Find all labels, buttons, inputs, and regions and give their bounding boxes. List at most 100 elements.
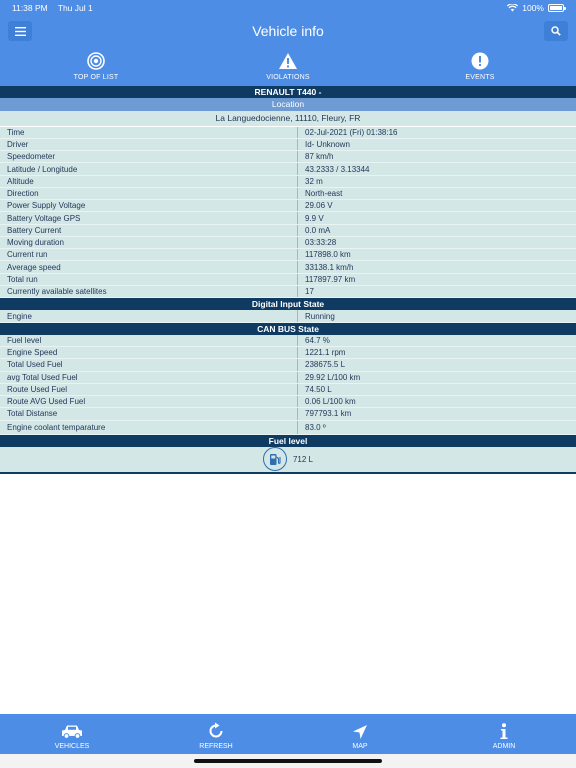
table-row: Currently available satellites 17	[0, 285, 576, 299]
status-bar: 11:38 PM Thu Jul 1 100%	[0, 0, 576, 16]
status-date: Thu Jul 1	[57, 3, 93, 13]
toolbar: TOP OF LIST VIOLATIONS EVENTS	[0, 46, 576, 86]
top-of-list-label: TOP OF LIST	[73, 74, 119, 81]
row-value: 797793.1 km	[305, 409, 352, 419]
vehicle-name-header: RENAULT T440 -	[0, 86, 576, 99]
row-label: Altitude	[0, 175, 298, 187]
row-label: Engine	[0, 310, 298, 322]
row-value: 43.2333 / 3.13344	[305, 164, 370, 174]
tab-vehicles[interactable]: VEHICLES	[0, 714, 144, 754]
row-value: 117898.0 km	[305, 250, 351, 260]
row-value: 0.06 L/100 km	[305, 397, 356, 407]
info-icon	[500, 723, 508, 739]
battery-percent: 100%	[522, 3, 544, 13]
fuel-level-value: 712 L	[292, 454, 314, 464]
violations-label: VIOLATIONS	[266, 74, 310, 81]
table-row: Altitude 32 m	[0, 175, 576, 188]
row-label: Engine coolant temparature	[0, 420, 298, 434]
row-label: Engine Speed	[0, 347, 298, 359]
table-row: Latitude / Longitude 43.2333 / 3.13344	[0, 163, 576, 176]
violations-button[interactable]: VIOLATIONS	[192, 46, 384, 86]
tab-refresh[interactable]: REFRESH	[144, 714, 288, 754]
hamburger-icon	[14, 26, 26, 36]
row-value: 0.0 mA	[305, 225, 331, 235]
wifi-icon	[507, 4, 519, 12]
digital-input-table: Engine Running	[0, 310, 576, 323]
row-value: 9.9 V	[305, 213, 324, 223]
table-row: Total run 117897.97 km	[0, 273, 576, 286]
row-value: 74.50 L	[305, 384, 332, 394]
table-row: Power Supply Voltage 29.06 V	[0, 200, 576, 213]
canbus-header: CAN BUS State	[0, 322, 576, 335]
row-value: 03:33:28	[305, 238, 337, 248]
table-row: Driver Id- Unknown	[0, 138, 576, 152]
home-indicator[interactable]	[194, 759, 382, 763]
canbus-table: Fuel level 64.7 % Engine Speed 1221.1 rpm …	[0, 334, 576, 435]
refresh-icon	[209, 722, 223, 738]
row-value: Id- Unknown	[305, 140, 350, 150]
table-row: Total Used Fuel 238675.5 L	[0, 359, 576, 372]
row-label: Fuel level	[0, 334, 298, 347]
events-label: EVENTS	[465, 74, 495, 81]
table-row: Engine coolant temparature 83.0 º	[0, 420, 576, 435]
location-address: La Languedocienne, 11110, Fleury, FR	[0, 110, 576, 127]
fuel-level-display: 712 L	[0, 446, 576, 474]
row-value: 117897.97 km	[305, 274, 356, 284]
warning-icon	[279, 53, 297, 69]
tab-vehicles-label: VEHICLES	[54, 743, 90, 750]
table-row: Route Used Fuel 74.50 L	[0, 383, 576, 397]
table-row: Moving duration 03:33:28	[0, 236, 576, 250]
table-row: Average speed 33138.1 km/h	[0, 261, 576, 274]
row-value: 238675.5 L	[305, 360, 346, 370]
row-value: 1221.1 rpm	[305, 348, 346, 358]
bottom-tab-bar: VEHICLES REFRESH MAP ADMIN	[0, 714, 576, 754]
row-value: 17	[305, 287, 314, 297]
row-label: Battery Current	[0, 224, 298, 236]
row-label: Latitude / Longitude	[0, 163, 298, 175]
row-value: 64.7 %	[305, 335, 330, 345]
table-row: Direction North-east	[0, 187, 576, 201]
car-icon	[62, 725, 82, 739]
table-row: Time 02-Jul-2021 (Fri) 01:38:16	[0, 126, 576, 139]
tab-map[interactable]: MAP	[288, 714, 432, 754]
digital-input-header: Digital Input State	[0, 298, 576, 311]
row-value: 29.92 L/100 km	[305, 372, 361, 382]
row-value: 33138.1 km/h	[305, 262, 354, 272]
target-icon	[87, 52, 105, 70]
row-value: 02-Jul-2021 (Fri) 01:38:16	[305, 127, 398, 137]
tab-admin-label: ADMIN	[492, 743, 516, 750]
table-row: Route AVG Used Fuel 0.06 L/100 km	[0, 396, 576, 409]
navigation-bar: Vehicle info	[0, 16, 576, 46]
exclamation-circle-icon	[471, 52, 489, 70]
tab-admin[interactable]: ADMIN	[432, 714, 576, 754]
navigation-arrow-icon	[353, 725, 367, 739]
table-row: Fuel level 64.7 %	[0, 334, 576, 348]
row-label: Currently available satellites	[0, 285, 298, 298]
row-value: Running	[305, 311, 335, 321]
search-button[interactable]	[544, 21, 568, 41]
row-value: 87 km/h	[305, 152, 334, 162]
row-label: Route AVG Used Fuel	[0, 396, 298, 408]
row-label: Route Used Fuel	[0, 383, 298, 396]
battery-icon	[548, 4, 566, 12]
fuel-gauge	[262, 447, 287, 472]
row-label: Total Distanse	[0, 408, 298, 420]
top-of-list-button[interactable]: TOP OF LIST	[0, 46, 192, 86]
fuel-pump-icon	[269, 453, 281, 465]
table-row: Battery Current 0.0 mA	[0, 224, 576, 237]
events-button[interactable]: EVENTS	[384, 46, 576, 86]
table-row: Total Distanse 797793.1 km	[0, 408, 576, 421]
location-header: Location	[0, 98, 576, 111]
status-time: 11:38 PM	[12, 3, 48, 13]
row-label: Current run	[0, 249, 298, 261]
row-label: Average speed	[0, 261, 298, 273]
table-row: Battery Voltage GPS 9.9 V	[0, 212, 576, 225]
row-label: Total Used Fuel	[0, 359, 298, 371]
table-row: avg Total Used Fuel 29.92 L/100 km	[0, 371, 576, 384]
vehicle-info-content: RENAULT T440 - Location La Languedocienn…	[0, 86, 576, 474]
row-value: 29.06 V	[305, 201, 333, 211]
tab-refresh-label: REFRESH	[199, 743, 233, 750]
row-label: Driver	[0, 138, 298, 151]
row-label: Direction	[0, 187, 298, 200]
menu-button[interactable]	[8, 21, 32, 41]
